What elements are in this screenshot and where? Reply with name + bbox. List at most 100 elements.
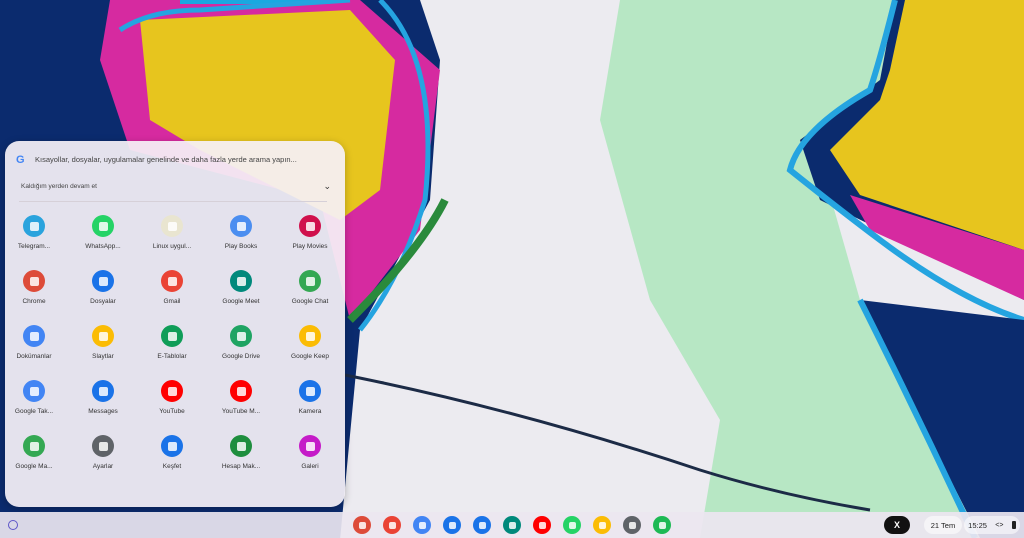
files-icon[interactable] — [443, 516, 461, 534]
app-label: YouTube — [159, 408, 185, 415]
app-tile[interactable]: YouTube — [138, 380, 206, 420]
app-label: Linux uygul... — [152, 243, 192, 250]
app-tile[interactable]: Play Books — [207, 215, 275, 255]
play-books-icon — [230, 215, 252, 237]
search-placeholder: Kısayollar, dosyalar, uygulamalar geneli… — [35, 154, 297, 164]
app-label: Google Keep — [291, 353, 329, 360]
google-calendar-icon — [23, 380, 45, 402]
chevron-down-icon[interactable]: ⌄ — [323, 181, 335, 192]
code-icon: <> — [995, 521, 1004, 529]
app-label: Chrome — [22, 298, 46, 305]
continue-label: Kaldığım yerden devam et — [21, 182, 97, 190]
app-tile[interactable]: Galeri — [276, 435, 344, 475]
app-label: Messages — [88, 408, 118, 415]
chrome-icon — [23, 270, 45, 292]
app-tile[interactable]: Google Chat — [276, 270, 344, 310]
app-tile[interactable]: Dosyalar — [69, 270, 137, 310]
app-label: Play Books — [224, 243, 258, 250]
app-label: Google Drive — [222, 353, 260, 360]
app-label: Play Movies — [292, 243, 328, 250]
app-label: Dosyalar — [90, 298, 116, 305]
app-label: Gmail — [163, 298, 181, 305]
app-tile[interactable]: Messages — [69, 380, 137, 420]
google-meet-icon[interactable] — [503, 516, 521, 534]
date-text: 21 Tem — [930, 520, 956, 530]
app-tile[interactable]: Chrome — [5, 270, 68, 310]
sheets-icon — [161, 325, 183, 347]
status-tray[interactable]: 15:25 <> — [964, 516, 1020, 534]
app-tile[interactable]: Telegram... — [5, 215, 68, 255]
camera-icon — [299, 380, 321, 402]
app-tile[interactable]: Google Ma... — [5, 435, 68, 475]
app-launcher: G Kısayollar, dosyalar, uygulamalar gene… — [5, 141, 345, 507]
whatsapp-icon[interactable] — [563, 516, 581, 534]
app-tile[interactable]: Slaytlar — [69, 325, 137, 365]
svg-text:G: G — [16, 154, 25, 165]
shelf: X 21 Tem 15:25 <> — [0, 512, 1024, 538]
app-tile[interactable]: Google Keep — [276, 325, 344, 365]
launcher-search-box[interactable]: G Kısayollar, dosyalar, uygulamalar gene… — [15, 150, 335, 168]
app-label: Dokümanlar — [16, 353, 52, 360]
app-tile[interactable]: Keşfet — [138, 435, 206, 475]
app-tile[interactable]: Kamera — [276, 380, 344, 420]
app-label: Google Chat — [291, 298, 329, 305]
app-tile[interactable]: Gmail — [138, 270, 206, 310]
chrome-icon[interactable] — [353, 516, 371, 534]
google-keep-icon — [299, 325, 321, 347]
app-label: Ayarlar — [92, 463, 114, 470]
app-label: Google Tak... — [14, 408, 54, 415]
slides-icon — [92, 325, 114, 347]
docs-icon[interactable] — [413, 516, 431, 534]
gmail-icon — [161, 270, 183, 292]
app-tile[interactable]: YouTube M... — [207, 380, 275, 420]
x-app-icon[interactable]: X — [884, 516, 910, 534]
launcher-button-icon[interactable] — [8, 520, 18, 530]
app-label: Galeri — [301, 463, 319, 470]
gallery-icon — [299, 435, 321, 457]
messages-icon[interactable] — [473, 516, 491, 534]
spotify-icon[interactable] — [653, 516, 671, 534]
google-meet-icon — [230, 270, 252, 292]
app-tile[interactable]: Hesap Mak... — [207, 435, 275, 475]
app-tile[interactable]: Google Meet — [207, 270, 275, 310]
date-tray[interactable]: 21 Tem — [924, 516, 962, 534]
app-tile[interactable]: Google Drive — [207, 325, 275, 365]
app-tile[interactable]: Dokümanlar — [5, 325, 68, 365]
google-g-icon: G — [15, 153, 27, 165]
google-drive-icon — [230, 325, 252, 347]
app-label: Hesap Mak... — [221, 463, 261, 470]
time-text: 15:25 — [968, 520, 987, 530]
files-icon — [92, 270, 114, 292]
play-movies-icon — [299, 215, 321, 237]
messages-icon — [92, 380, 114, 402]
explore-icon — [161, 435, 183, 457]
youtube-icon[interactable] — [533, 516, 551, 534]
app-label: Keşfet — [162, 463, 182, 470]
app-label: Google Ma... — [15, 463, 53, 470]
youtube-music-icon — [230, 380, 252, 402]
continue-section-header[interactable]: Kaldığım yerden devam et ⌄ — [15, 179, 335, 193]
app-label: Kamera — [298, 408, 322, 415]
linux-apps-folder-icon — [161, 215, 183, 237]
app-tile[interactable]: WhatsApp... — [69, 215, 137, 255]
code-terminal-icon[interactable] — [623, 516, 641, 534]
docs-icon — [23, 325, 45, 347]
divider — [19, 201, 327, 202]
calculator-icon — [230, 435, 252, 457]
app-label: Google Meet — [222, 298, 260, 305]
youtube-icon — [161, 380, 183, 402]
app-tile[interactable]: Play Movies — [276, 215, 344, 255]
app-label: Slaytlar — [92, 353, 114, 360]
app-tile[interactable]: Linux uygul... — [138, 215, 206, 255]
google-maps-icon — [23, 435, 45, 457]
app-tile[interactable]: Ayarlar — [69, 435, 137, 475]
settings-gear-icon — [92, 435, 114, 457]
google-chat-icon — [299, 270, 321, 292]
google-keep-icon[interactable] — [593, 516, 611, 534]
app-label: Telegram... — [17, 243, 51, 250]
app-tile[interactable]: E-Tablolar — [138, 325, 206, 365]
gmail-icon[interactable] — [383, 516, 401, 534]
app-label: YouTube M... — [221, 408, 261, 415]
app-label: WhatsApp... — [85, 243, 121, 250]
app-tile[interactable]: Google Tak... — [5, 380, 68, 420]
